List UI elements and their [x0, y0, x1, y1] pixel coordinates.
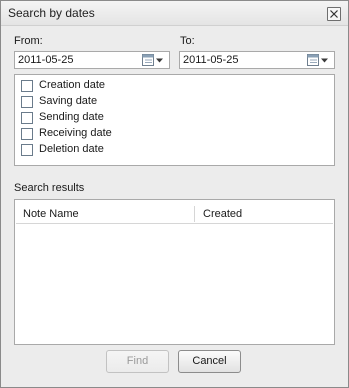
checkbox-label: Creation date [39, 79, 106, 91]
search-by-dates-dialog: Search by dates From: 2011-05-25 To: 201… [0, 0, 349, 388]
search-results-label: Search results [14, 182, 85, 194]
from-label: From: [14, 35, 43, 47]
column-header-note-name[interactable]: Note Name [23, 208, 79, 220]
calendar-dropdown-icon[interactable] [307, 54, 331, 67]
cancel-button[interactable]: Cancel [178, 350, 241, 373]
close-button[interactable] [327, 7, 341, 21]
checkbox[interactable] [21, 144, 33, 156]
checkbox-label: Receiving date [39, 127, 112, 139]
checkbox-label: Deletion date [39, 143, 104, 155]
to-date-field[interactable]: 2011-05-25 [179, 51, 335, 69]
column-header-created[interactable]: Created [203, 208, 242, 220]
close-icon [330, 10, 338, 18]
window-title: Search by dates [8, 6, 95, 20]
search-results-grid[interactable]: Note Name Created [14, 199, 335, 345]
checkbox[interactable] [21, 96, 33, 108]
checkbox[interactable] [21, 112, 33, 124]
to-label: To: [180, 35, 195, 47]
checkbox-label: Sending date [39, 111, 104, 123]
calendar-dropdown-icon[interactable] [142, 54, 166, 67]
from-date-value: 2011-05-25 [18, 54, 74, 66]
checkbox[interactable] [21, 80, 33, 92]
find-button[interactable]: Find [106, 350, 169, 373]
checkbox[interactable] [21, 128, 33, 140]
to-date-value: 2011-05-25 [183, 54, 239, 66]
from-date-field[interactable]: 2011-05-25 [14, 51, 170, 69]
column-divider[interactable] [194, 206, 195, 222]
date-type-list: Creation date Saving date Sending date R… [14, 74, 335, 166]
grid-header: Note Name Created [16, 203, 333, 224]
title-bar: Search by dates [1, 1, 348, 26]
checkbox-label: Saving date [39, 95, 98, 107]
